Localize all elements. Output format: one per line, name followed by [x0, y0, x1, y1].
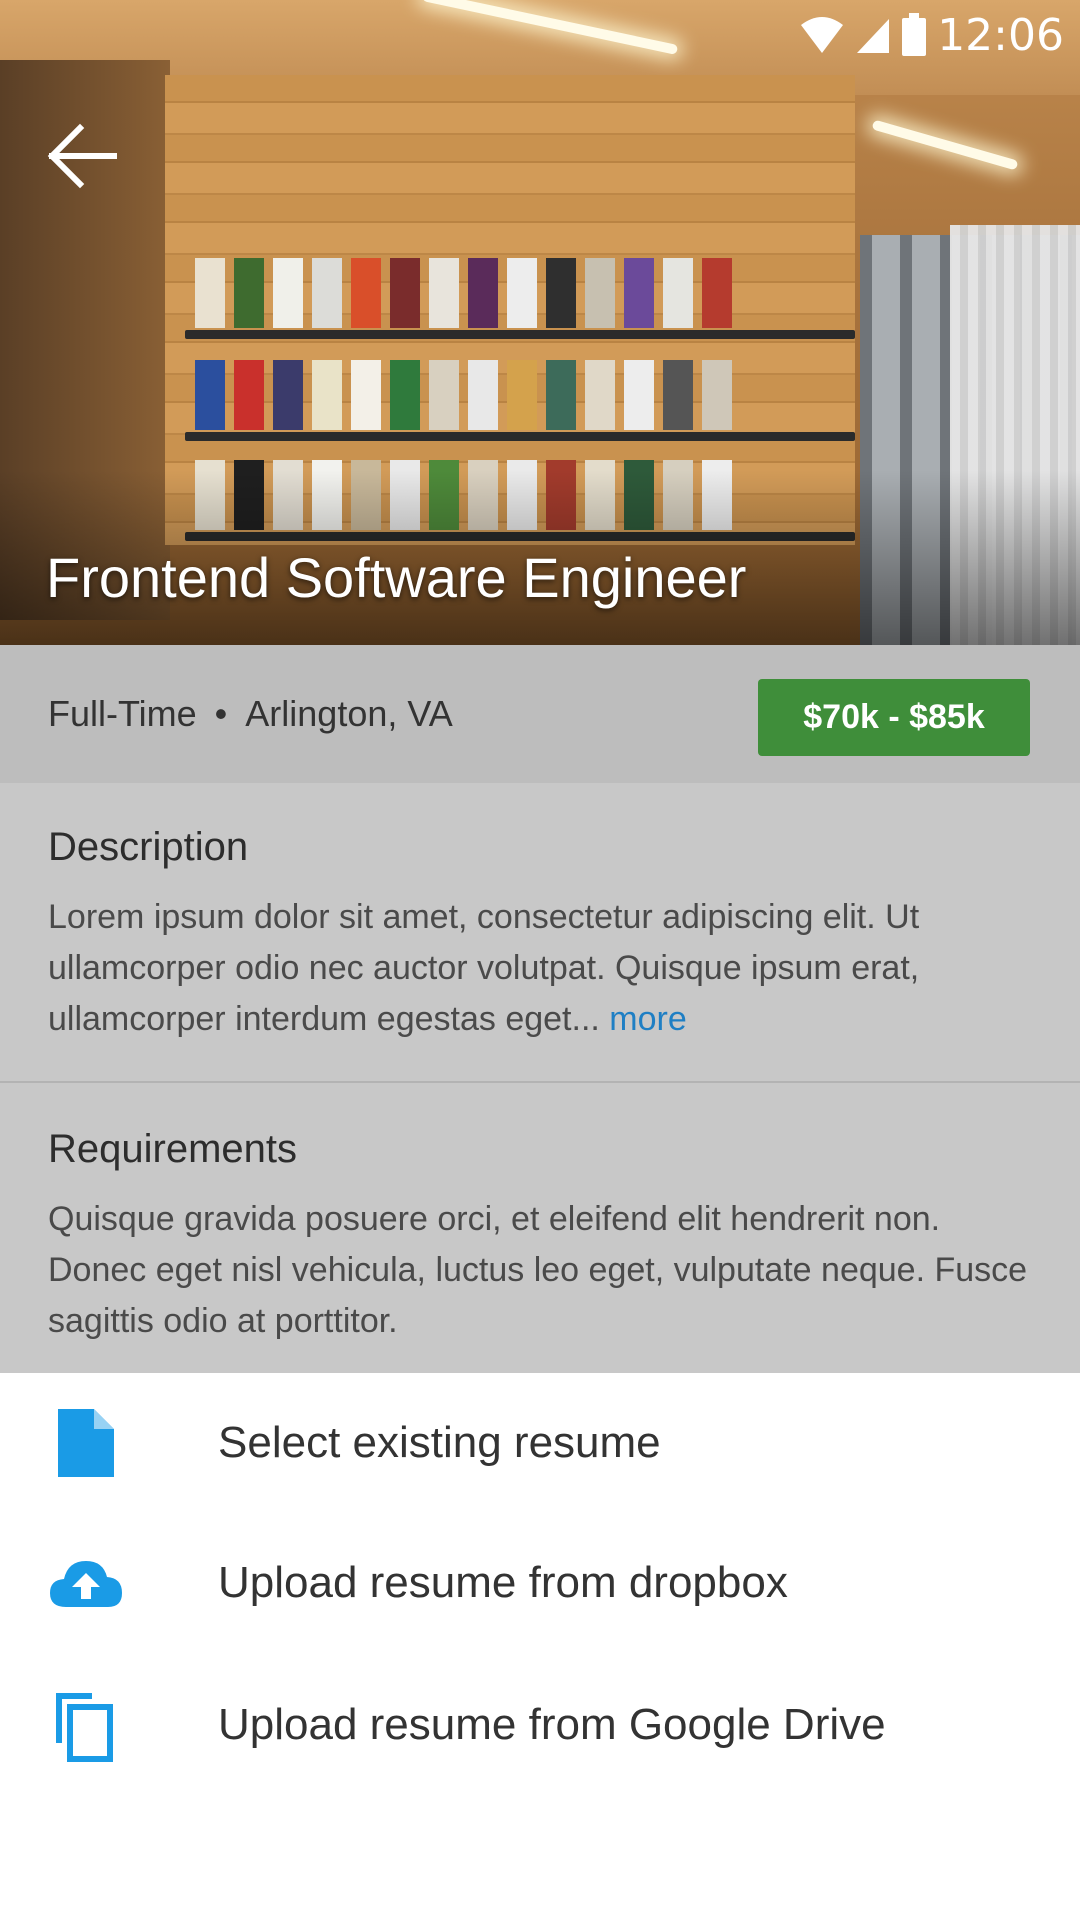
salary-badge: $70k - $85k [758, 679, 1030, 756]
book-row [195, 352, 855, 430]
copy-icon [56, 1693, 113, 1762]
more-link[interactable]: more [609, 1000, 686, 1038]
upload-dropbox-option[interactable]: Upload resume from dropbox [0, 1513, 1080, 1653]
requirements-text: Quisque gravida posuere orci, et eleifen… [48, 1200, 1028, 1340]
job-details: Full-Time • Arlington, VA $70k - $85k De… [0, 645, 1080, 1373]
signal-icon [857, 19, 890, 53]
wifi-icon [801, 17, 844, 53]
requirements-heading: Requirements [48, 1127, 298, 1171]
description-text: Lorem ipsum dolor sit amet, consectetur … [48, 892, 1032, 1045]
description-heading: Description [48, 825, 249, 869]
arrow-back-icon [47, 123, 117, 189]
status-bar: 12:06 [799, 9, 1064, 61]
book-row [195, 250, 855, 328]
upload-google-drive-option[interactable]: Upload resume from Google Drive [0, 1655, 1080, 1795]
job-meta-row: Full-Time • Arlington, VA $70k - $85k [0, 645, 1080, 783]
battery-icon [902, 13, 927, 56]
option-label: Upload resume from Google Drive [218, 1700, 886, 1749]
job-location: Arlington, VA [245, 693, 453, 734]
job-type: Full-Time [48, 693, 197, 734]
ceiling-light [871, 119, 1019, 171]
meta-separator: • [214, 693, 228, 734]
status-time: 12:06 [937, 9, 1064, 61]
shelf [185, 432, 855, 441]
select-existing-resume-option[interactable]: Select existing resume [0, 1373, 1080, 1513]
description-body: Lorem ipsum dolor sit amet, consectetur … [48, 898, 920, 1038]
back-button[interactable] [40, 116, 120, 196]
option-label: Select existing resume [218, 1418, 661, 1467]
cloud-upload-icon [50, 1561, 122, 1607]
file-icon [58, 1409, 114, 1477]
page-title: Frontend Software Engineer [46, 546, 747, 609]
option-label: Upload resume from dropbox [218, 1558, 788, 1607]
requirements-section: Requirements Quisque gravida posuere orc… [0, 1085, 1080, 1373]
job-meta: Full-Time • Arlington, VA [48, 693, 453, 735]
header-image: 12:06 Frontend Software Engineer [0, 0, 1080, 645]
description-section: Description Lorem ipsum dolor sit amet, … [0, 783, 1080, 1083]
resume-bottom-sheet: Select existing resume Upload resume fro… [0, 1373, 1080, 1920]
shelf [185, 330, 855, 339]
